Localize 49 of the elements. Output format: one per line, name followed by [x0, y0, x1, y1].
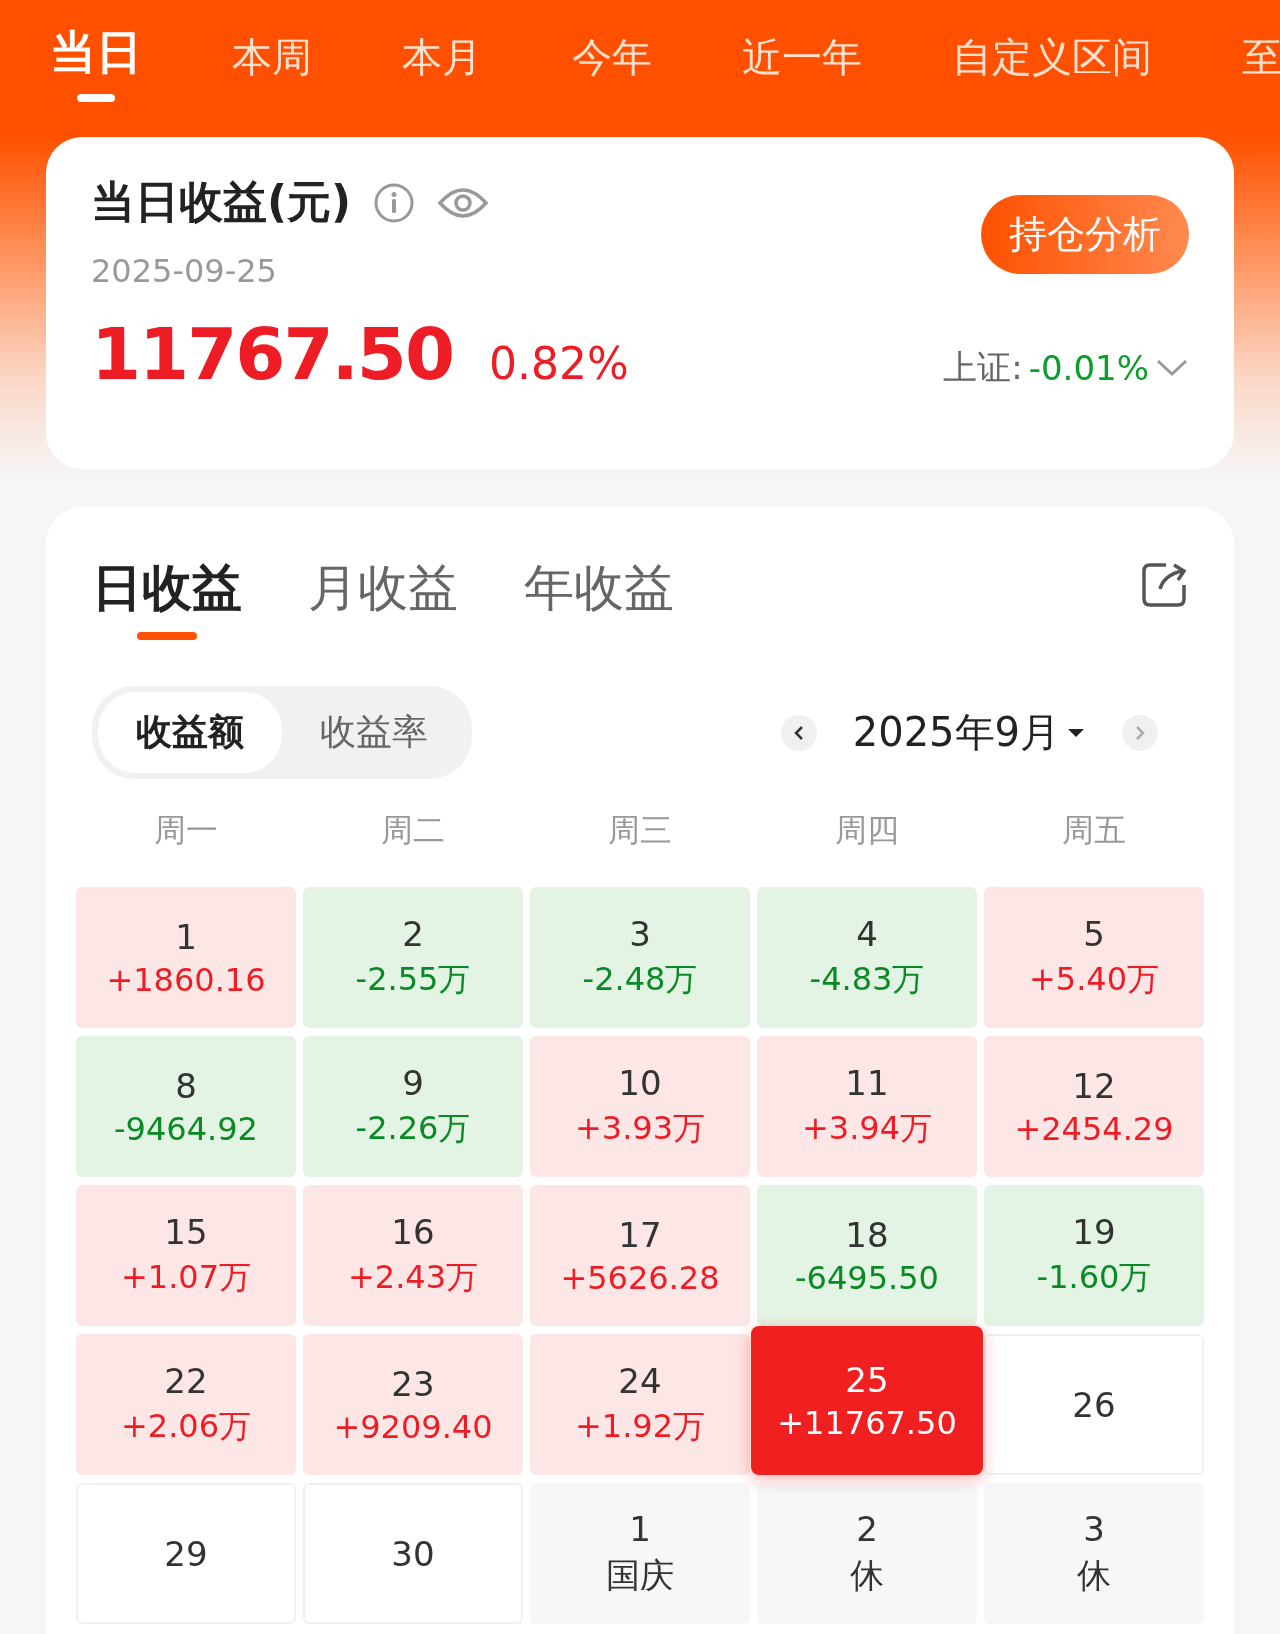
- day-cell[interactable]: 2 休: [757, 1483, 977, 1624]
- day-cell[interactable]: 8 -9464.92: [76, 1036, 296, 1177]
- day-cell[interactable]: 17 +5626.28: [530, 1185, 750, 1326]
- next-month-button[interactable]: [1122, 714, 1158, 751]
- chevron-right-icon: [1133, 723, 1147, 742]
- day-cell[interactable]: 10 +3.93万: [530, 1036, 750, 1177]
- caret-down-icon: [1066, 726, 1086, 739]
- month-selector[interactable]: 2025年9月: [834, 705, 1104, 760]
- day-cell[interactable]: 15 +1.07万: [76, 1185, 296, 1326]
- date-label: 2025-09-25: [91, 252, 278, 290]
- mode-option[interactable]: 收益额: [98, 692, 282, 773]
- day-cell[interactable]: 1 +1860.16: [76, 887, 296, 1028]
- mode-option[interactable]: 收益率: [282, 692, 466, 773]
- weekday-label: 周三: [607, 810, 673, 851]
- view-tab[interactable]: 月收益: [308, 555, 458, 622]
- day-cell[interactable]: 25 +11767.50: [751, 1326, 983, 1475]
- weekday-label: 周二: [379, 810, 446, 851]
- day-cell[interactable]: 22 +2.06万: [76, 1334, 296, 1475]
- summary-title: 当日收益(元): [91, 175, 352, 229]
- day-cell[interactable]: 4 -4.83万: [757, 887, 977, 1028]
- weekday-label: 周四: [834, 810, 901, 851]
- index-value: -0.01%: [1028, 348, 1149, 388]
- day-cell[interactable]: 9 -2.26万: [303, 1036, 523, 1177]
- profit-amount: 11767.50: [91, 312, 454, 396]
- day-cell[interactable]: 1 国庆: [530, 1483, 750, 1624]
- day-cell[interactable]: 3 -2.48万: [530, 887, 750, 1028]
- day-cell[interactable]: 23 +9209.40: [303, 1334, 523, 1475]
- day-cell[interactable]: 30: [303, 1483, 523, 1624]
- day-cell[interactable]: 18 -6495.50: [757, 1185, 977, 1326]
- day-cell[interactable]: 26: [984, 1334, 1204, 1475]
- share-icon[interactable]: [1140, 561, 1188, 609]
- day-cell[interactable]: 24 +1.92万: [530, 1334, 750, 1475]
- day-cell[interactable]: 5 +5.40万: [984, 887, 1204, 1028]
- index-label: 上证:: [943, 346, 1023, 389]
- view-tab[interactable]: 年收益: [524, 555, 674, 622]
- day-cell[interactable]: 12 +2454.29: [984, 1036, 1204, 1177]
- previous-month-button[interactable]: [780, 714, 817, 751]
- day-cell[interactable]: 19 -1.60万: [984, 1185, 1204, 1326]
- day-cell[interactable]: 11 +3.94万: [757, 1036, 977, 1177]
- day-cell[interactable]: 16 +2.43万: [303, 1185, 523, 1326]
- chevron-down-icon[interactable]: [1155, 358, 1189, 378]
- weekday-label: 周一: [152, 810, 219, 851]
- day-cell[interactable]: 2 -2.55万: [303, 887, 523, 1028]
- profit-percent: 0.82%: [489, 338, 629, 389]
- weekday-label: 周五: [1061, 810, 1128, 851]
- info-icon[interactable]: [373, 181, 416, 224]
- day-cell[interactable]: 29: [76, 1483, 296, 1624]
- day-cell[interactable]: 3 休: [984, 1483, 1204, 1624]
- view-tab[interactable]: 日收益: [92, 555, 242, 640]
